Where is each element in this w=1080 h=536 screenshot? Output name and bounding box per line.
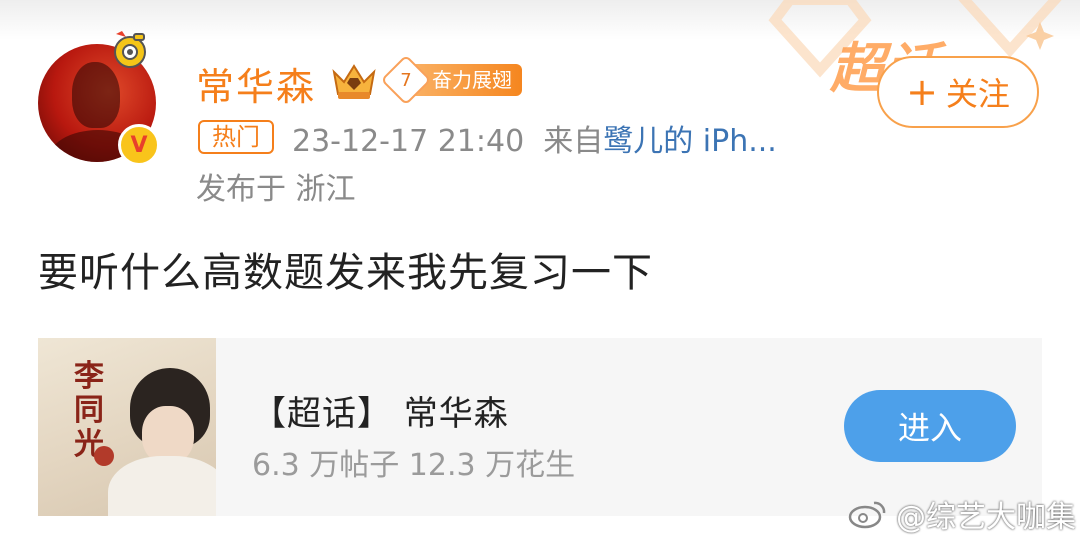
weibo-logo-icon [848,501,886,529]
level-number-badge: 7 [380,54,432,106]
post-time: 23-12-17 21:40 [292,124,525,159]
thumbnail-seal-icon [94,446,114,466]
plus-icon: + [906,70,938,114]
verified-badge: V [118,124,160,166]
avatar-face [72,62,120,128]
thumbnail-figure-robe [108,456,216,516]
from-prefix: 来自 [543,124,604,159]
post-text: 要听什么高数题发来我先复习一下 [38,250,653,296]
supertopic-title[interactable]: 【超话】 常华森 [252,386,509,435]
camera-badge-icon [114,31,146,68]
post-location: 发布于 浙江 [196,172,356,207]
follow-label: 关注 [945,75,1010,113]
supertopic-card[interactable]: 李同光 【超话】 常华森 6.3 万帖子 12.3 万花生 进入 [38,338,1042,516]
supertopic-stats: 6.3 万帖子 12.3 万花生 [252,448,576,483]
level-number: 7 [400,69,412,91]
hot-tag: 热门 [198,120,274,154]
post-meta: 23-12-17 21:40 来自鹭儿的 iPh... [292,116,777,160]
post-source-link[interactable]: 鹭儿的 iPh... [603,124,777,159]
watermark-text: @综艺大咖集 [896,500,1076,535]
username[interactable]: 常华森 [196,56,316,111]
watermark: @综艺大咖集 [848,492,1076,536]
crown-badge-icon[interactable] [330,60,378,102]
enter-button[interactable]: 进入 [844,390,1016,462]
level-badge[interactable]: 7 奋力展翅 [380,54,522,106]
follow-button[interactable]: + 关注 [877,56,1039,128]
supertopic-thumbnail[interactable]: 李同光 [38,338,216,516]
